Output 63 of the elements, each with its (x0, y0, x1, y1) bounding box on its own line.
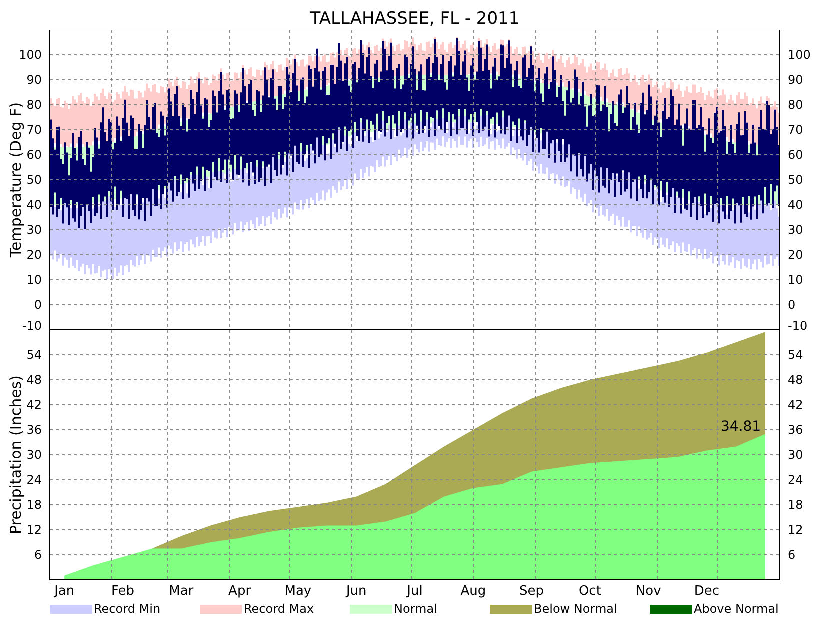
month-label: May (284, 584, 312, 598)
chart-title: TALLAHASSEE, FL - 2011 (310, 8, 520, 30)
month-label: Jan (54, 584, 75, 598)
month-label: Feb (111, 584, 135, 598)
axis-tick-label: 18 (26, 498, 42, 512)
axis-tick-label: 36 (788, 423, 804, 437)
axis-tick-label: -10 (22, 319, 42, 333)
axis-title: Temperature (Deg F) (7, 102, 25, 258)
axis-tick-label: 48 (788, 373, 804, 387)
legend-label: Above Normal (694, 601, 779, 618)
axis-tick-label: 0 (788, 298, 796, 312)
axis-tick-label: 6 (788, 548, 796, 562)
axis-tick-label: 100 (19, 48, 42, 62)
axis-tick-label: 54 (788, 348, 804, 362)
axis-tick-label: 10 (26, 273, 42, 287)
axis-tick-label: 30 (26, 448, 42, 462)
axis-tick-label: 18 (788, 498, 804, 512)
axis-tick-label: 36 (26, 423, 42, 437)
month-label: Jun (346, 584, 367, 598)
month-label: Aug (460, 584, 486, 598)
month-label: Mar (169, 584, 194, 598)
axis-tick-label: 24 (26, 473, 42, 487)
axis-tick-label: 100 (788, 48, 811, 62)
month-label: Sep (520, 584, 544, 598)
axis-tick-label: 42 (26, 398, 42, 412)
axis-tick-label: 48 (26, 373, 42, 387)
axis-tick-label: 50 (26, 173, 42, 187)
axis-tick-label: 54 (26, 348, 42, 362)
axis-tick-label: 30 (788, 223, 804, 237)
month-label: Oct (578, 584, 602, 598)
axis-tick-label: 80 (26, 98, 42, 112)
axis-title: Precipitation (Inches) (7, 376, 25, 534)
axis-tick-label: 60 (26, 148, 42, 162)
value-label: 34.81 (720, 419, 762, 435)
legend-label: Below Normal (534, 601, 618, 618)
axis-tick-label: 90 (788, 73, 804, 87)
axis-tick-label: 70 (788, 123, 804, 137)
axis-tick-label: 10 (788, 273, 804, 287)
axis-tick-label: 20 (26, 248, 42, 262)
axis-tick-label: 12 (788, 523, 804, 537)
legend-label: Record Max (244, 601, 314, 618)
axis-tick-label: 12 (26, 523, 42, 537)
month-label: Jul (407, 584, 423, 598)
axis-tick-label: 60 (788, 148, 804, 162)
axis-tick-label: -10 (788, 319, 808, 333)
axis-tick-label: 50 (788, 173, 804, 187)
axis-tick-label: 20 (788, 248, 804, 262)
axis-tick-label: 40 (788, 198, 804, 212)
legend-label: Record Min (94, 601, 161, 618)
axis-tick-label: 30 (788, 448, 804, 462)
axis-tick-label: 6 (34, 548, 42, 562)
month-label: Nov (636, 584, 662, 598)
month-label: Apr (228, 584, 252, 598)
axis-tick-label: 70 (26, 123, 42, 137)
axis-tick-label: 40 (26, 198, 42, 212)
month-label: Dec (694, 584, 720, 598)
legend-label: Normal (394, 601, 438, 618)
axis-tick-label: 90 (26, 73, 42, 87)
axis-tick-label: 30 (26, 223, 42, 237)
axis-tick-label: 80 (788, 98, 804, 112)
axis-tick-label: 0 (34, 298, 42, 312)
axis-tick-label: 42 (788, 398, 804, 412)
axis-tick-label: 24 (788, 473, 804, 487)
